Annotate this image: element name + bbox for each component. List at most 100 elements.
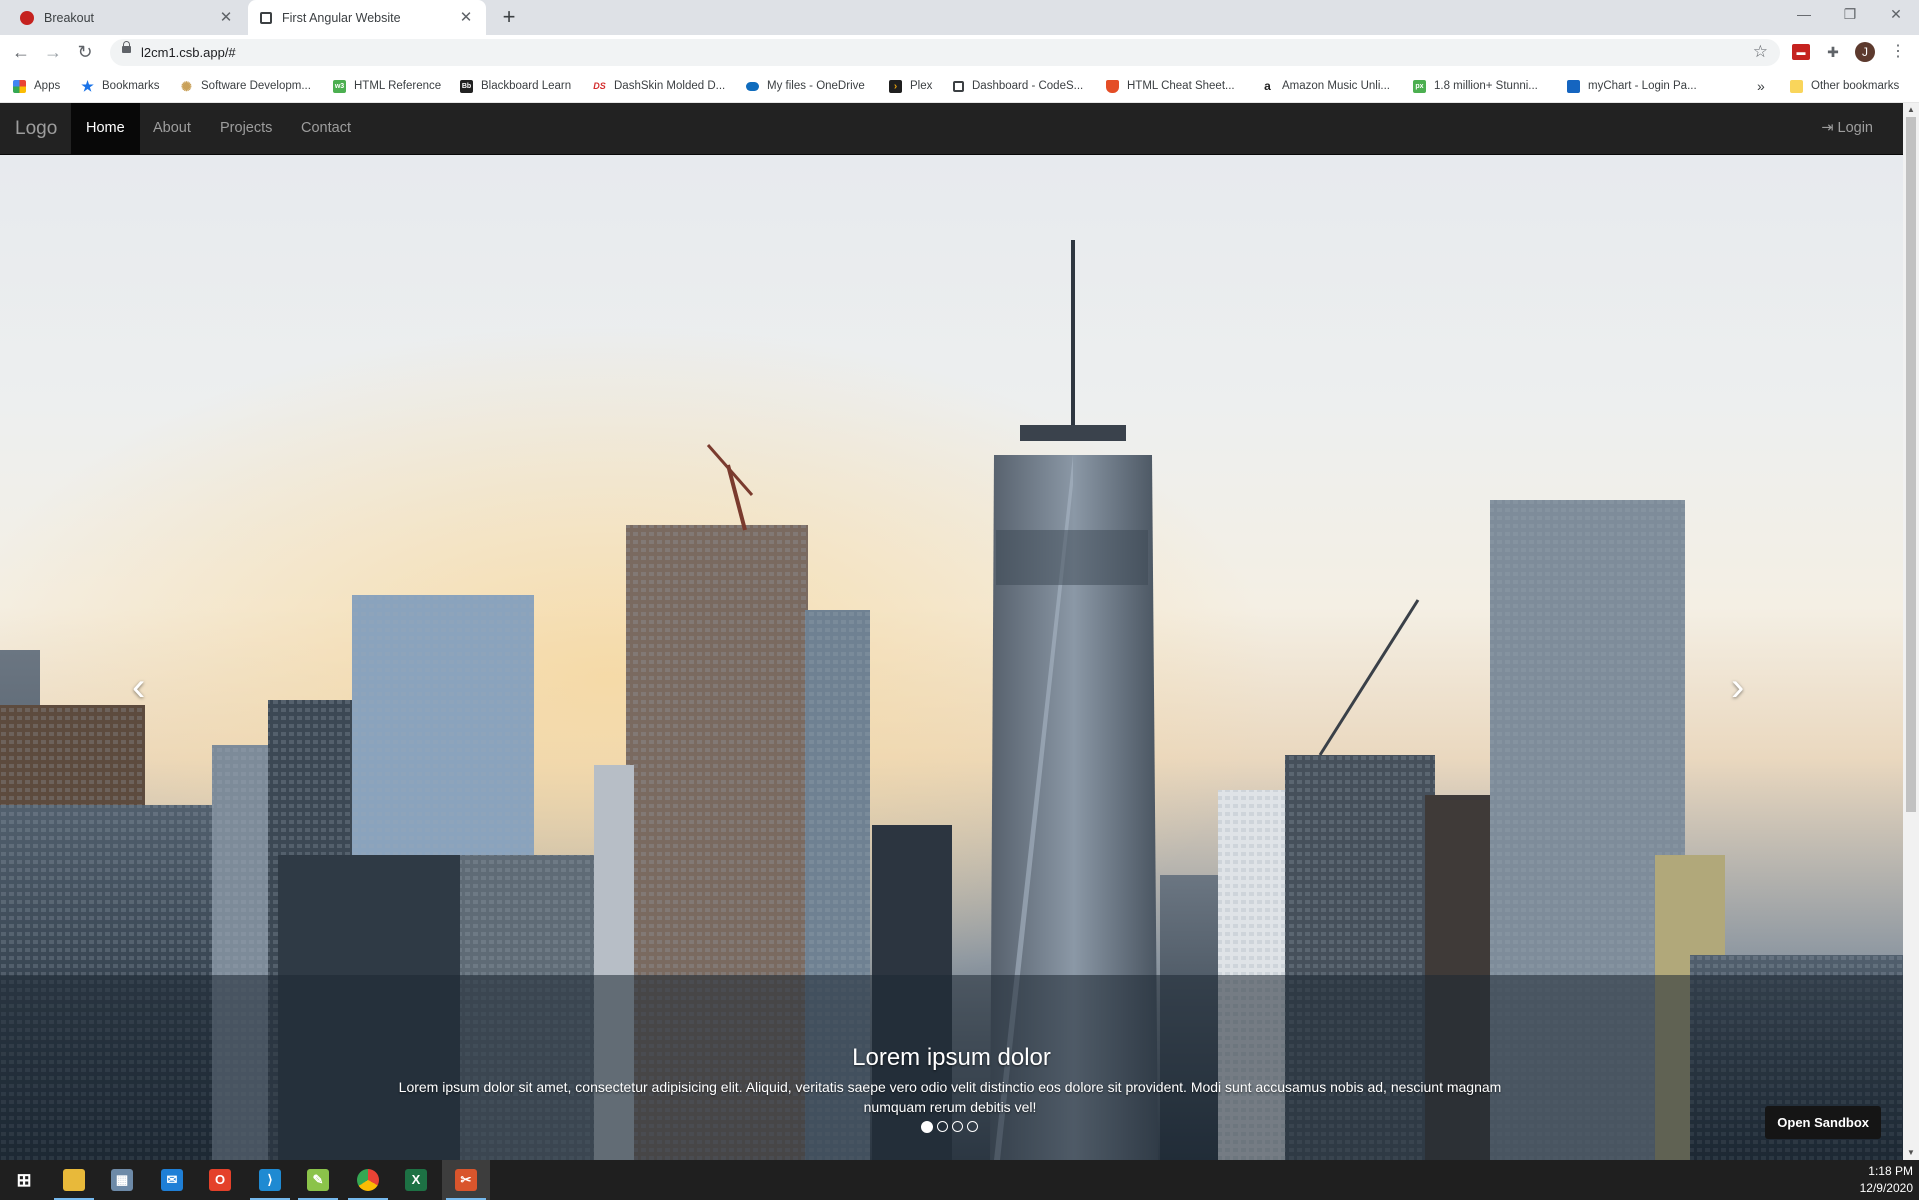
bookmark-plex[interactable]: › Plex bbox=[889, 69, 932, 103]
folder-icon bbox=[1790, 79, 1803, 93]
bookmark-label: Bookmarks bbox=[102, 80, 160, 92]
bookmark-label: Software Developm... bbox=[201, 80, 311, 92]
site-navbar: Logo Home About Projects Contact ⇥ Login bbox=[0, 103, 1903, 155]
bookmark-blackboard-learn[interactable]: Bb Blackboard Learn bbox=[460, 69, 571, 103]
carousel-indicator[interactable] bbox=[921, 1121, 933, 1133]
carousel-prev-button[interactable]: ‹ bbox=[132, 665, 145, 710]
carousel: ‹ › Lorem ipsum dolor Lorem ipsum dolor … bbox=[0, 155, 1903, 1160]
carousel-indicator[interactable] bbox=[952, 1121, 963, 1132]
tab-title: First Angular Website bbox=[282, 10, 401, 25]
bookmark-html-cheat-sheet[interactable]: HTML Cheat Sheet... bbox=[1106, 69, 1235, 103]
bookmark-label: Amazon Music Unli... bbox=[1282, 80, 1391, 92]
carousel-indicators bbox=[921, 1121, 978, 1133]
bookmark-label: Other bookmarks bbox=[1811, 80, 1900, 92]
bookmark-star-icon[interactable]: ☆ bbox=[1753, 42, 1768, 62]
nav-projects[interactable]: Projects bbox=[205, 103, 287, 154]
bookmark-dashskin[interactable]: DS DashSkin Molded D... bbox=[593, 69, 725, 103]
system-clock[interactable]: 1:18 PM 12/9/2020 bbox=[1860, 1163, 1913, 1197]
office-icon[interactable]: O bbox=[196, 1160, 244, 1200]
bookmark-label: HTML Reference bbox=[354, 80, 442, 92]
gear-icon: ✺ bbox=[181, 78, 192, 94]
new-tab-button[interactable]: + bbox=[496, 6, 522, 30]
nav-about[interactable]: About bbox=[138, 103, 206, 154]
bookmark-mychart[interactable]: myChart - Login Pa... bbox=[1567, 69, 1697, 103]
carousel-indicator[interactable] bbox=[937, 1121, 948, 1132]
city-skyline-image bbox=[0, 155, 1903, 1160]
restore-icon[interactable]: ❐ bbox=[1827, 0, 1873, 30]
nav-contact[interactable]: Contact bbox=[286, 103, 366, 154]
bookmark-apps[interactable]: Apps bbox=[13, 69, 60, 103]
calculator-icon[interactable]: ▦ bbox=[98, 1160, 146, 1200]
bookmark-codesandbox-dashboard[interactable]: Dashboard - CodeS... bbox=[953, 69, 1083, 103]
bookmark-pixabay[interactable]: px 1.8 million+ Stunni... bbox=[1413, 69, 1538, 103]
scroll-down-arrow-icon[interactable]: ▼ bbox=[1906, 1148, 1916, 1158]
web-page: Logo Home About Projects Contact ⇥ Login bbox=[0, 103, 1903, 1160]
close-window-icon[interactable]: ✕ bbox=[1873, 0, 1919, 30]
nav-home[interactable]: Home bbox=[71, 103, 140, 154]
menu-kebab-icon[interactable]: ⋮ bbox=[1888, 42, 1908, 62]
url-text[interactable]: l2cm1.csb.app/# bbox=[141, 45, 236, 60]
bookmark-software-development[interactable]: ✺ Software Developm... bbox=[180, 69, 311, 103]
address-bar[interactable]: l2cm1.csb.app/# ☆ bbox=[110, 39, 1780, 66]
lock-icon bbox=[122, 41, 131, 53]
tab-breakout[interactable]: Breakout ✕ bbox=[8, 0, 246, 35]
login-label: Login bbox=[1837, 120, 1873, 136]
bookmark-bookmarks[interactable]: ★ Bookmarks bbox=[81, 69, 160, 103]
mail-icon[interactable]: ✉ bbox=[148, 1160, 196, 1200]
codesandbox-icon bbox=[953, 80, 964, 92]
carousel-caption-text: Lorem ipsum dolor sit amet, consectetur … bbox=[398, 1079, 1502, 1115]
carousel-caption-title: Lorem ipsum dolor bbox=[852, 1044, 1051, 1071]
bookmark-label: My files - OneDrive bbox=[767, 80, 865, 92]
profile-avatar[interactable]: J bbox=[1855, 42, 1875, 62]
windows-start-icon[interactable]: ⊞ bbox=[0, 1160, 48, 1200]
bookmark-onedrive[interactable]: My files - OneDrive bbox=[746, 69, 865, 103]
bookmark-label: DashSkin Molded D... bbox=[614, 80, 726, 92]
scrollbar-thumb[interactable] bbox=[1906, 117, 1916, 812]
login-link[interactable]: ⇥ Login bbox=[1821, 103, 1873, 154]
close-icon[interactable]: ✕ bbox=[218, 9, 234, 26]
chrome-icon[interactable] bbox=[344, 1160, 392, 1200]
onedrive-icon bbox=[746, 81, 759, 91]
bookmark-label: Blackboard Learn bbox=[481, 80, 572, 92]
bookmark-label: Dashboard - CodeS... bbox=[972, 80, 1084, 92]
windows-taskbar: ⊞ ▦ ✉ O ⟩ ✎ X ✂ 1:18 PM 12/9/2020 bbox=[0, 1160, 1919, 1200]
mychart-icon bbox=[1567, 79, 1580, 93]
carousel-indicator[interactable] bbox=[967, 1121, 978, 1132]
file-explorer-icon[interactable] bbox=[50, 1160, 98, 1200]
bookmark-label: myChart - Login Pa... bbox=[1588, 80, 1697, 92]
clock-date: 12/9/2020 bbox=[1859, 1181, 1913, 1195]
puzzle-extensions-icon[interactable]: ✚ bbox=[1823, 42, 1843, 62]
bookmark-amazon-music[interactable]: a Amazon Music Unli... bbox=[1261, 69, 1390, 103]
forward-arrow-icon[interactable]: → bbox=[41, 40, 65, 64]
html5-icon bbox=[1106, 79, 1119, 93]
close-icon[interactable]: ✕ bbox=[458, 9, 474, 26]
bookmark-html-reference[interactable]: w3 HTML Reference bbox=[333, 69, 441, 103]
site-logo[interactable]: Logo bbox=[15, 118, 57, 140]
notepad-icon[interactable]: ✎ bbox=[294, 1160, 342, 1200]
tab-title: Breakout bbox=[44, 10, 95, 25]
back-arrow-icon[interactable]: ← bbox=[9, 40, 33, 64]
carousel-next-button[interactable]: › bbox=[1731, 665, 1744, 710]
page-scrollbar[interactable]: ▲ ▼ bbox=[1903, 103, 1919, 1160]
dashskin-icon: DS bbox=[593, 80, 606, 91]
bookmarks-overflow-chevron[interactable]: » bbox=[1757, 69, 1765, 103]
reload-icon[interactable]: ↻ bbox=[73, 40, 97, 64]
clock-time: 1:18 PM bbox=[1868, 1164, 1913, 1178]
vscode-icon[interactable]: ⟩ bbox=[246, 1160, 294, 1200]
plex-icon: › bbox=[889, 79, 902, 93]
bookmark-label: Apps bbox=[34, 80, 61, 92]
blackboard-icon: Bb bbox=[460, 79, 473, 93]
extension-icon[interactable]: ▬ bbox=[1792, 44, 1810, 60]
tab-first-angular-website[interactable]: First Angular Website ✕ bbox=[248, 0, 486, 35]
w3-icon: w3 bbox=[333, 79, 346, 93]
open-sandbox-button[interactable]: Open Sandbox bbox=[1765, 1106, 1881, 1139]
apps-grid-icon bbox=[13, 79, 26, 93]
minimize-icon[interactable]: — bbox=[1781, 0, 1827, 30]
bookmark-other-bookmarks[interactable]: Other bookmarks bbox=[1790, 69, 1899, 103]
excel-icon[interactable]: X bbox=[392, 1160, 440, 1200]
scroll-up-arrow-icon[interactable]: ▲ bbox=[1906, 105, 1916, 115]
snipping-tool-icon[interactable]: ✂ bbox=[442, 1160, 490, 1200]
bookmark-label: 1.8 million+ Stunni... bbox=[1434, 80, 1538, 92]
breakout-icon bbox=[20, 10, 34, 25]
browser-toolbar: ← → ↻ l2cm1.csb.app/# ☆ ▬ ✚ J ⋮ bbox=[0, 35, 1919, 69]
